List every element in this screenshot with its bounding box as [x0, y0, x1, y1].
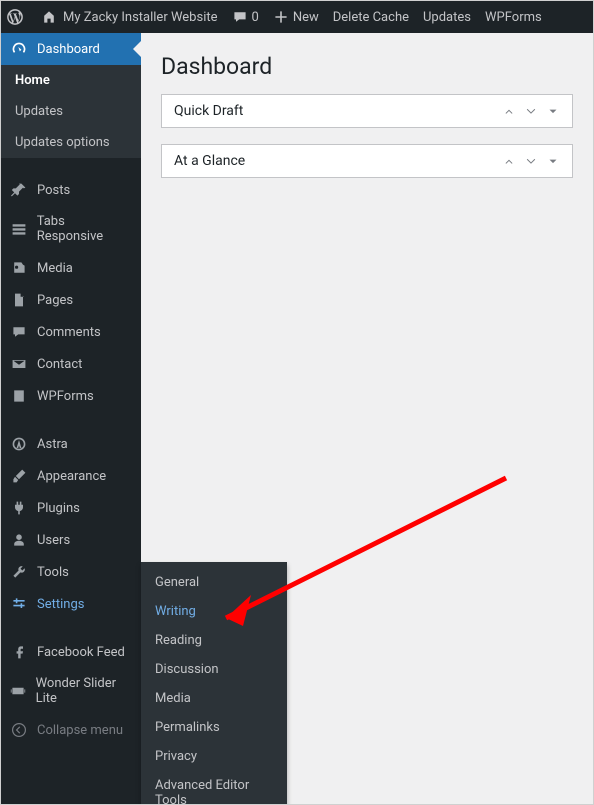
sidebar-label: Astra — [37, 437, 68, 452]
sidebar-label: Posts — [37, 183, 70, 198]
pages-icon — [9, 292, 29, 308]
facebook-icon — [9, 644, 29, 660]
comment-icon — [232, 9, 248, 25]
new-label: New — [293, 10, 319, 25]
topbar-delete-cache[interactable]: Delete Cache — [333, 10, 409, 25]
postbox-title: At a Glance — [174, 153, 494, 169]
caret-down-icon — [546, 104, 560, 118]
submenu-item-permalinks[interactable]: Permalinks — [141, 713, 287, 742]
chevron-up-icon — [502, 154, 516, 168]
pin-icon — [9, 182, 29, 198]
tabs-icon — [9, 221, 29, 237]
sidebar-label: Tabs Responsive — [37, 214, 133, 244]
comments-link[interactable]: 0 — [232, 9, 259, 25]
sidebar-label: Contact — [37, 357, 82, 372]
submenu-item-privacy[interactable]: Privacy — [141, 742, 287, 771]
collapse-icon — [9, 722, 29, 738]
sidebar-item-posts[interactable]: Posts — [1, 174, 141, 206]
sidebar-item-comments[interactable]: Comments — [1, 316, 141, 348]
menu-separator — [1, 412, 141, 428]
menu-separator — [1, 158, 141, 174]
sidebar-label: Users — [37, 533, 70, 548]
plug-icon — [9, 500, 29, 516]
sliders-icon — [9, 596, 29, 612]
brush-icon — [9, 468, 29, 484]
sidebar-label: Settings — [37, 597, 84, 612]
move-down-button[interactable] — [524, 104, 538, 118]
sidebar-item-astra[interactable]: Astra — [1, 428, 141, 460]
sidebar-item-media[interactable]: Media — [1, 252, 141, 284]
sidebar-item-contact[interactable]: Contact — [1, 348, 141, 380]
sidebar-item-wonder-slider[interactable]: Wonder Slider Lite — [1, 668, 141, 714]
sidebar-label: Wonder Slider Lite — [36, 676, 133, 706]
toggle-panel-button[interactable] — [546, 154, 560, 168]
slider-icon — [9, 683, 28, 699]
sidebar-label: Collapse menu — [37, 723, 123, 738]
move-up-button[interactable] — [502, 154, 516, 168]
move-down-button[interactable] — [524, 154, 538, 168]
chevron-down-icon — [524, 104, 538, 118]
postbox-title: Quick Draft — [174, 103, 494, 119]
astra-icon — [9, 436, 29, 452]
wordpress-icon — [7, 9, 23, 25]
sidebar-label: Comments — [37, 325, 101, 340]
sidebar-item-wpforms[interactable]: WPForms — [1, 380, 141, 412]
media-icon — [9, 260, 29, 276]
wrench-icon — [9, 564, 29, 580]
new-link[interactable]: New — [273, 9, 319, 25]
sidebar-label: Plugins — [37, 501, 80, 516]
admin-topbar: My Zacky Installer Website 0 New Delete … — [1, 1, 593, 33]
settings-submenu: General Writing Reading Discussion Media… — [141, 562, 287, 805]
submenu-item-reading[interactable]: Reading — [141, 626, 287, 655]
chevron-down-icon — [524, 154, 538, 168]
page-title: Dashboard — [161, 53, 573, 80]
mail-icon — [9, 356, 29, 372]
submenu-item-discussion[interactable]: Discussion — [141, 655, 287, 684]
sidebar-label: Tools — [37, 565, 69, 580]
admin-sidebar: Dashboard Home Updates Updates options P… — [1, 33, 141, 804]
comments-count: 0 — [252, 10, 259, 25]
topbar-updates[interactable]: Updates — [423, 10, 471, 25]
toggle-panel-button[interactable] — [546, 104, 560, 118]
caret-down-icon — [546, 154, 560, 168]
sidebar-item-updates[interactable]: Updates — [1, 96, 141, 127]
sidebar-item-pages[interactable]: Pages — [1, 284, 141, 316]
move-up-button[interactable] — [502, 104, 516, 118]
sidebar-item-facebook-feed[interactable]: Facebook Feed — [1, 636, 141, 668]
sidebar-label: Media — [37, 261, 73, 276]
sidebar-label: Facebook Feed — [37, 645, 125, 660]
comment-icon — [9, 324, 29, 340]
submenu-item-general[interactable]: General — [141, 568, 287, 597]
sidebar-label: Appearance — [37, 469, 106, 484]
wp-logo[interactable] — [7, 9, 27, 25]
sidebar-item-home[interactable]: Home — [1, 65, 141, 96]
sidebar-item-appearance[interactable]: Appearance — [1, 460, 141, 492]
sidebar-item-users[interactable]: Users — [1, 524, 141, 556]
sidebar-item-settings[interactable]: Settings — [1, 588, 141, 620]
sidebar-item-plugins[interactable]: Plugins — [1, 492, 141, 524]
topbar-wpforms[interactable]: WPForms — [485, 10, 542, 25]
plus-icon — [273, 9, 289, 25]
site-name: My Zacky Installer Website — [63, 10, 218, 25]
sidebar-item-tabs-responsive[interactable]: Tabs Responsive — [1, 206, 141, 252]
submenu-item-advanced-editor-tools[interactable]: Advanced Editor Tools — [141, 771, 287, 805]
dashboard-icon — [9, 41, 29, 57]
submenu-item-writing[interactable]: Writing — [141, 597, 287, 626]
submenu-item-media[interactable]: Media — [141, 684, 287, 713]
menu-separator — [1, 620, 141, 636]
site-link[interactable]: My Zacky Installer Website — [41, 9, 218, 25]
sidebar-item-dashboard[interactable]: Dashboard — [1, 33, 141, 65]
sidebar-item-updates-options[interactable]: Updates options — [1, 127, 141, 158]
postbox-at-a-glance: At a Glance — [161, 144, 573, 178]
form-icon — [9, 388, 29, 404]
postbox-quick-draft: Quick Draft — [161, 94, 573, 128]
chevron-up-icon — [502, 104, 516, 118]
home-icon — [41, 9, 57, 25]
sidebar-item-tools[interactable]: Tools — [1, 556, 141, 588]
sidebar-label: Dashboard — [37, 42, 100, 57]
sidebar-label: WPForms — [37, 389, 94, 404]
user-icon — [9, 532, 29, 548]
collapse-menu[interactable]: Collapse menu — [1, 714, 141, 746]
sidebar-label: Pages — [37, 293, 73, 308]
